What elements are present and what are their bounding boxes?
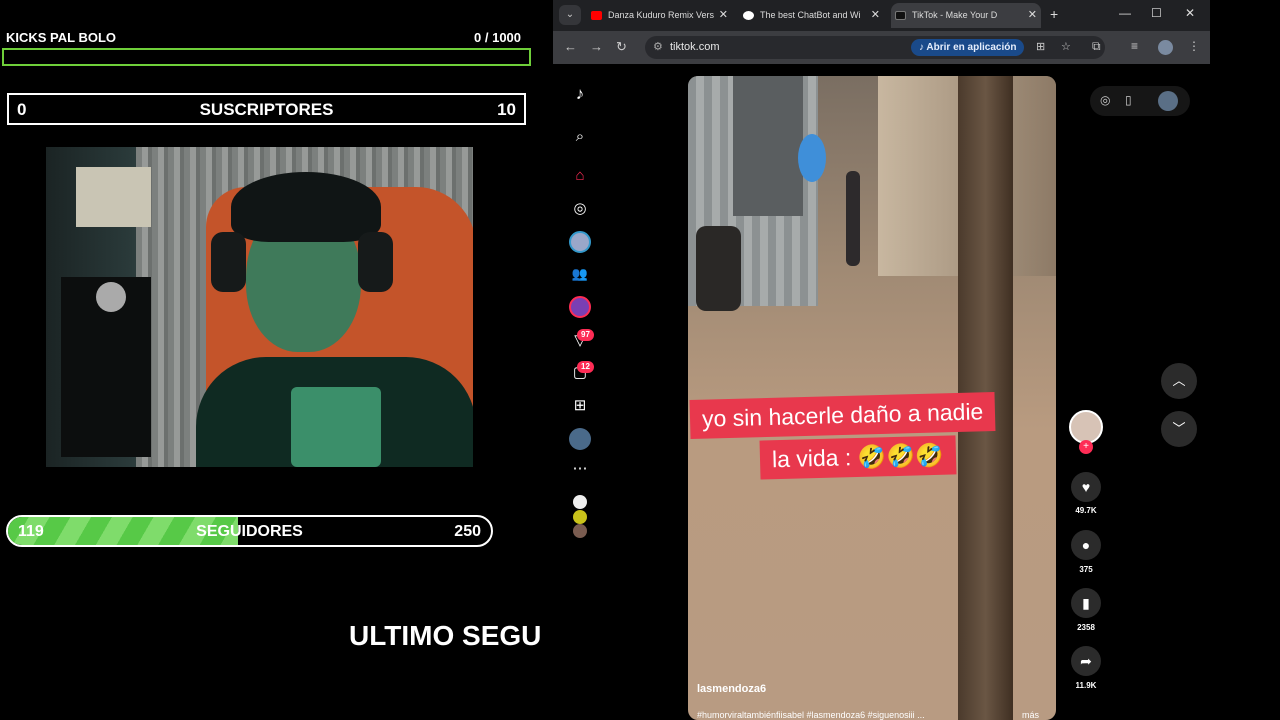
media-control-icon[interactable]: ≡ bbox=[1131, 39, 1138, 53]
follow-plus-icon[interactable]: + bbox=[1079, 440, 1093, 454]
account-avatar[interactable] bbox=[573, 510, 587, 524]
subscribers-label: SUSCRIPTORES bbox=[199, 100, 334, 119]
headphones bbox=[211, 232, 246, 292]
followers-label: SEGUIDORES bbox=[196, 523, 303, 540]
tab-title: Danza Kuduro Remix Vers bbox=[608, 10, 715, 20]
caption-line-1: yo sin hacerle daño a nadie bbox=[689, 392, 996, 439]
profile-avatar-small[interactable] bbox=[569, 428, 591, 450]
profile-avatar[interactable] bbox=[1158, 40, 1173, 55]
forward-icon[interactable]: → bbox=[590, 39, 603, 54]
last-follower-ticker: ULTIMO SEGU bbox=[349, 620, 542, 651]
tab-strip: ⌄ Danza Kuduro Remix Vers ✕ The best Cha… bbox=[553, 0, 1210, 31]
close-icon[interactable]: ✕ bbox=[1028, 3, 1037, 28]
more-link[interactable]: más bbox=[1022, 710, 1039, 720]
goal-total: / 1000 bbox=[484, 30, 522, 45]
following-icon[interactable]: 👥 bbox=[569, 263, 591, 285]
goal-title: KICKS PAL BOLO bbox=[6, 30, 117, 45]
saves-count: 2358 bbox=[1077, 623, 1095, 632]
close-icon[interactable]: ✕ bbox=[719, 3, 728, 28]
menu-dots-icon[interactable]: ⋮ bbox=[1188, 39, 1200, 53]
tab-search-dropdown[interactable]: ⌄ bbox=[559, 5, 581, 25]
account-avatar[interactable] bbox=[573, 524, 587, 538]
url-text: tiktok.com bbox=[670, 41, 720, 53]
tiktok-logo-icon[interactable]: ♪ bbox=[569, 83, 591, 105]
tiktok-page: ♪ ⌕ ⌂ ◎ 👥 ▽ 97 ▢ 12 ⊞ ⋯ ◎ ▯ bbox=[553, 64, 1210, 720]
maximize-button[interactable]: ☐ bbox=[1151, 6, 1162, 20]
live-avatar[interactable] bbox=[569, 231, 591, 253]
home-icon[interactable]: ⌂ bbox=[569, 165, 591, 187]
video-author[interactable]: lasmendoza6 bbox=[697, 683, 766, 695]
goal-count: 0 / 1000 bbox=[474, 30, 521, 45]
extensions-icon[interactable]: ⧉ bbox=[1092, 39, 1101, 54]
user-avatar[interactable] bbox=[1158, 91, 1178, 111]
minimize-button[interactable]: — bbox=[1119, 6, 1131, 20]
upload-icon[interactable]: ⊞ bbox=[569, 395, 591, 417]
window-close-button[interactable]: ✕ bbox=[1185, 6, 1195, 20]
browser-toolbar: ← → ↻ ⚙ tiktok.com ♪ Abrir en aplicación… bbox=[553, 31, 1210, 64]
heart-icon[interactable]: ♥ bbox=[1071, 472, 1101, 502]
new-tab-button[interactable]: + bbox=[1050, 6, 1058, 22]
tiktok-icon bbox=[895, 11, 906, 21]
tab-chatbot[interactable]: The best ChatBot and Wi ✕ bbox=[739, 3, 884, 28]
comment-icon[interactable]: ● bbox=[1071, 530, 1101, 560]
video-caption: yo sin hacerle daño a nadie la vida : 🤣🤣… bbox=[689, 392, 1042, 486]
browser-window: ⌄ Danza Kuduro Remix Vers ✕ The best Cha… bbox=[553, 0, 1210, 720]
youtube-icon bbox=[591, 11, 602, 21]
inbox-badge: 97 bbox=[577, 329, 594, 341]
open-in-app-button[interactable]: ♪ Abrir en aplicación bbox=[911, 39, 1025, 56]
video-player[interactable]: yo sin hacerle daño a nadie la vida : 🤣🤣… bbox=[688, 76, 1056, 720]
person bbox=[846, 171, 860, 266]
subscribers-target: 10 bbox=[497, 100, 516, 119]
tab-title: TikTok - Make Your D bbox=[912, 10, 998, 20]
tab-title: The best ChatBot and Wi bbox=[760, 10, 861, 20]
creator-avatar[interactable] bbox=[1069, 410, 1103, 444]
translate-icon[interactable]: ⊞ bbox=[1036, 40, 1045, 53]
close-icon[interactable]: ✕ bbox=[871, 3, 880, 28]
site-info-icon[interactable]: ⚙ bbox=[653, 40, 663, 53]
comments-count: 375 bbox=[1079, 565, 1093, 574]
device-icon[interactable]: ▯ bbox=[1125, 93, 1132, 107]
tab-tiktok[interactable]: TikTok - Make Your D ✕ bbox=[891, 3, 1041, 28]
bookmark-icon[interactable]: ▮ bbox=[1071, 588, 1101, 618]
messages-badge: 12 bbox=[577, 361, 594, 373]
blue-ball bbox=[798, 134, 826, 182]
chatbot-icon bbox=[743, 11, 754, 21]
explore-icon[interactable]: ◎ bbox=[569, 198, 591, 220]
followers-target: 250 bbox=[454, 523, 481, 540]
motorcycle bbox=[696, 226, 741, 311]
compass-icon[interactable]: ◎ bbox=[1100, 93, 1110, 107]
tiktok-sidebar: ♪ ⌕ ⌂ ◎ 👥 ▽ 97 ▢ 12 ⊞ ⋯ bbox=[553, 64, 608, 720]
back-icon[interactable]: ← bbox=[564, 39, 577, 54]
goal-current: 0 bbox=[474, 30, 482, 45]
previous-video-button[interactable]: ︿ bbox=[1161, 363, 1197, 399]
address-bar[interactable]: ⚙ tiktok.com ♪ Abrir en aplicación ⊞ ☆ bbox=[645, 36, 1105, 59]
share-icon[interactable]: ➦ bbox=[1071, 646, 1101, 676]
tab-youtube[interactable]: Danza Kuduro Remix Vers ✕ bbox=[587, 3, 732, 28]
caption-line-2: la vida : 🤣🤣🤣 bbox=[759, 435, 957, 480]
likes-count: 49.7K bbox=[1075, 506, 1097, 515]
more-icon[interactable]: ⋯ bbox=[569, 458, 591, 480]
typewriter-radio bbox=[76, 167, 151, 227]
webcam-feed bbox=[46, 147, 473, 467]
subscribers-goal: 0 SUSCRIPTORES 10 bbox=[7, 93, 526, 125]
shares-count: 11.9K bbox=[1075, 681, 1097, 690]
next-video-button[interactable]: ﹀ bbox=[1161, 411, 1197, 447]
bookmark-star-icon[interactable]: ☆ bbox=[1061, 40, 1071, 53]
followers-goal: 119 SEGUIDORES 250 bbox=[6, 515, 493, 547]
friends-avatar[interactable] bbox=[569, 296, 591, 318]
account-avatar[interactable] bbox=[573, 495, 587, 509]
reload-icon[interactable]: ↻ bbox=[616, 39, 627, 55]
search-icon[interactable]: ⌕ bbox=[569, 126, 591, 148]
goal-progress-bar bbox=[2, 48, 531, 66]
video-tools: ◎ ▯ bbox=[1090, 86, 1190, 116]
video-hashtags[interactable]: #humorviraltambiénfiisabel #lasmendoza6 … bbox=[697, 710, 987, 720]
